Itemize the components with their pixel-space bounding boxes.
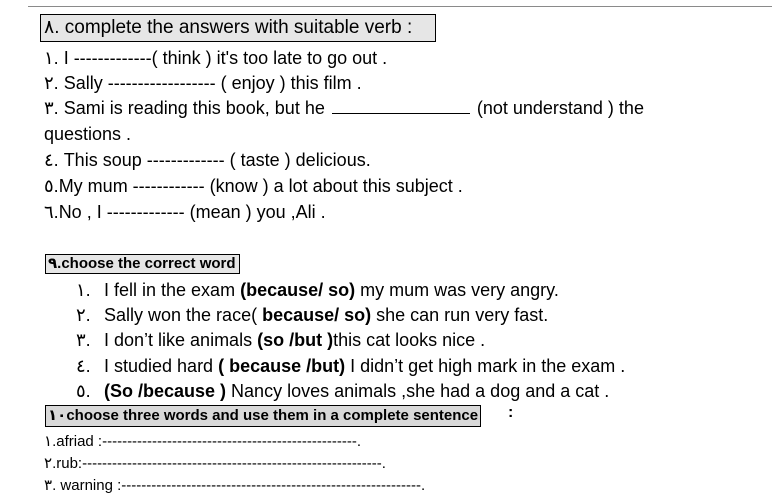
choice-options: ( because /but) (218, 356, 346, 376)
section8-item-1: ١. I -------------( think ) it's too lat… (44, 48, 387, 69)
item-text: Sally ------------------ ( enjoy ) this … (63, 73, 362, 93)
item-text: I didn’t get high mark in the exam . (345, 356, 626, 376)
item-number: ٦. (44, 202, 59, 222)
item-number: ٥. (76, 381, 91, 401)
section9-item-1: ١. I fell in the exam (because/ so) my mu… (76, 280, 559, 301)
item-text: I studied hard (104, 356, 219, 376)
item-text: My mum ------------ (know ) a lot about … (58, 176, 463, 196)
section10-heading: ١٠choose three words and use them in a c… (45, 405, 482, 427)
top-rule (28, 6, 772, 7)
section10-line-3: ٣. warning :----------------------------… (44, 476, 425, 494)
section-number: ١٠ (48, 407, 67, 424)
section8-item-2: ٢. Sally ------------------ ( enjoy ) th… (44, 73, 362, 94)
section10-line-1: ١.afriad :------------------------------… (44, 432, 361, 450)
item-number: ٢ (44, 455, 53, 472)
item-number: ٢. (44, 73, 64, 93)
item-number: ٤. (44, 150, 64, 170)
heading-text: choose three words and use them in a com… (66, 407, 479, 424)
item-text: Sami is reading this book, but he (63, 98, 330, 118)
item-text: I fell in the exam (104, 280, 241, 300)
answer-blank[interactable] (331, 99, 470, 114)
item-text: questions . (44, 124, 132, 144)
item-text: Nancy loves animals ,she had a dog and a… (226, 381, 610, 401)
item-number: ٤. (76, 356, 91, 376)
section9-item-5: ٥. (So /because ) Nancy loves animals ,sh… (76, 381, 609, 402)
section9-item-4: ٤. I studied hard ( because /but) I didn’… (76, 356, 625, 377)
item-number: ٢. (76, 305, 91, 325)
item-number: ٥. (44, 176, 59, 196)
section-number: ٩. (48, 255, 62, 272)
item-text: my mum was very angry. (355, 280, 559, 300)
section8-item-6: ٦.No , I ------------- (mean ) you ,Ali … (44, 202, 326, 223)
item-text: she can run very fast. (371, 305, 549, 325)
item-text: No , I ------------- (mean ) you ,Ali . (58, 202, 326, 222)
choice-options: because/ so) (262, 305, 372, 325)
section9-item-2: ٢. Sally won the race( because/ so) she c… (76, 305, 548, 326)
item-number: ٣. (76, 330, 91, 350)
answer-line[interactable]: .rub:-----------------------------------… (52, 455, 386, 472)
item-text: (not understand ) the (471, 98, 644, 118)
section10-line-2: ٢.rub:----------------------------------… (44, 454, 386, 472)
item-number: ١. (44, 48, 64, 68)
section10-colon: : (508, 404, 514, 421)
section8-item-4: ٤. This soup ------------- ( taste ) del… (44, 150, 371, 171)
worksheet-page: ٨. complete the answers with suitable ve… (0, 0, 780, 500)
item-text: This soup ------------- ( taste ) delici… (63, 150, 371, 170)
section8-item-3-cont: questions . (44, 124, 131, 145)
section9-item-3: ٣. I don’t like animals (so /but )this ca… (76, 330, 485, 351)
answer-line[interactable]: . warning :-----------------------------… (52, 477, 425, 494)
item-text: this cat looks nice . (333, 330, 486, 350)
choice-options: (because/ so) (240, 280, 356, 300)
section8-heading: ٨. complete the answers with suitable ve… (40, 14, 436, 42)
section8-item-3: ٣. Sami is reading this book, but he (no… (44, 98, 644, 119)
section9-heading: ٩.choose the correct word (45, 254, 240, 274)
item-number: ٣. (44, 98, 64, 118)
item-text: Sally won the race( (104, 305, 263, 325)
item-text: I -------------( think ) it's too late t… (63, 48, 388, 68)
answer-line[interactable]: .afriad :-------------------------------… (52, 433, 361, 450)
item-number: ٣ (44, 477, 53, 494)
section8-item-5: ٥.My mum ------------ (know ) a lot abou… (44, 176, 463, 197)
item-text: I don’t like animals (104, 330, 258, 350)
item-number: ١ (44, 433, 53, 450)
heading-text: choose the correct word (61, 255, 236, 272)
choice-options: (so /but ) (257, 330, 334, 350)
item-number: ١. (76, 280, 91, 300)
choice-options: (So /because ) (104, 381, 227, 401)
